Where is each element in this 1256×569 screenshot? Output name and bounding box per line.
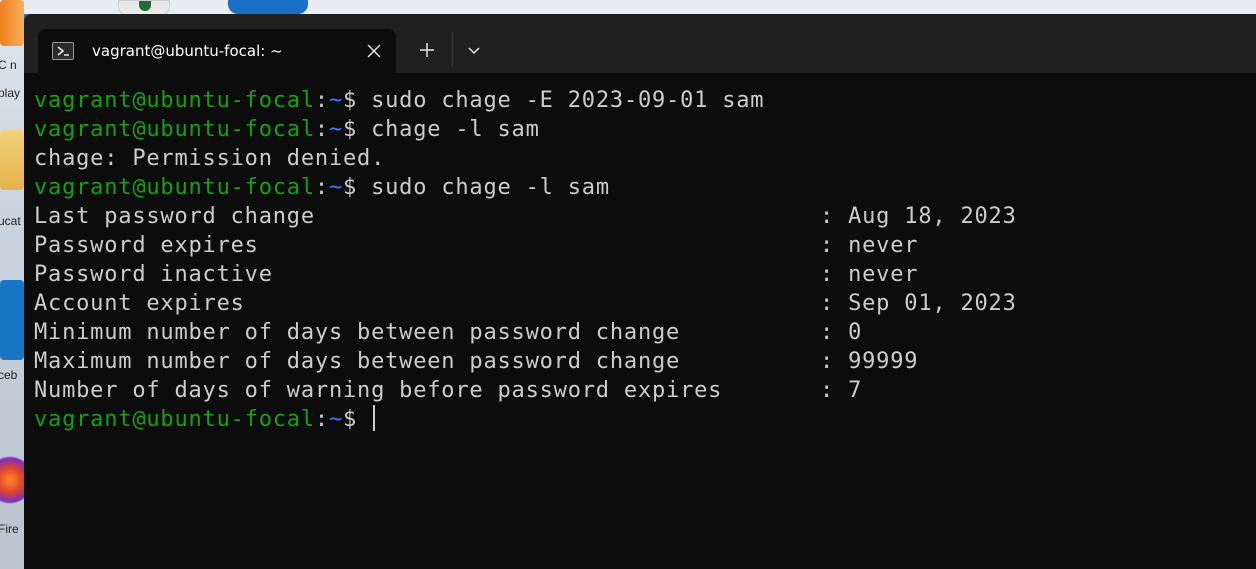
facebook-desktop-icon[interactable] xyxy=(0,280,24,360)
prompt-colon: : xyxy=(314,407,329,432)
desktop-background: C n play ucat ceb Fire xyxy=(0,0,24,569)
prompt-colon: : xyxy=(314,117,329,142)
output-label: Password expires xyxy=(34,233,259,258)
prompt-path: ~ xyxy=(328,88,343,113)
tab-title: vagrant@ubuntu-focal: ~ xyxy=(92,42,283,60)
chage-output-row: Maximum number of days between password … xyxy=(34,347,1256,376)
plus-icon[interactable] xyxy=(413,36,441,64)
command-text: sudo chage -l sam xyxy=(371,175,610,200)
output-value: : never xyxy=(820,262,919,287)
output-label: Password inactive xyxy=(34,262,273,287)
terminal-line: vagrant@ubuntu-focal:~$ chage -l sam xyxy=(34,115,1256,144)
desktop-icon-label: ucat xyxy=(0,214,21,228)
prompt-path: ~ xyxy=(328,175,343,200)
output-value: : never xyxy=(820,233,919,258)
desktop-top-strip xyxy=(24,0,1256,16)
tabbar-divider xyxy=(452,32,453,66)
output-value: : 99999 xyxy=(820,349,919,374)
terminal-tab[interactable]: vagrant@ubuntu-focal: ~ xyxy=(38,29,396,73)
powershell-terminal-icon xyxy=(52,42,74,60)
chage-output-row: Password inactive : never xyxy=(34,260,1256,289)
command-text: chage -l sam xyxy=(371,117,540,142)
chage-output-row: Account expires : Sep 01, 2023 xyxy=(34,289,1256,318)
chevron-down-icon[interactable] xyxy=(460,36,488,64)
prompt-symbol: $ xyxy=(343,175,372,200)
folder-desktop-icon[interactable] xyxy=(0,130,24,190)
output-label: Account expires xyxy=(34,291,245,316)
desktop-icon-label: Fire xyxy=(0,522,19,536)
chage-output-row: Password expires : never xyxy=(34,231,1256,260)
prompt-symbol: $ xyxy=(343,88,372,113)
close-icon[interactable] xyxy=(362,39,386,63)
terminal-window: vagrant@ubuntu-focal: ~ vagrant@ubuntu-f… xyxy=(24,14,1256,569)
terminal-output[interactable]: vagrant@ubuntu-focal:~$ sudo chage -E 20… xyxy=(34,86,1256,569)
output-value: : 7 xyxy=(820,378,863,403)
terminal-line: vagrant@ubuntu-focal:~$ xyxy=(34,405,1256,434)
output-label: Number of days of warning before passwor… xyxy=(34,378,723,403)
prompt-symbol: $ xyxy=(343,117,372,142)
prompt-symbol: $ xyxy=(343,407,372,432)
app-icon[interactable] xyxy=(228,0,308,14)
prompt-user-host: vagrant@ubuntu-focal xyxy=(34,407,315,432)
terminal-line: vagrant@ubuntu-focal:~$ sudo chage -E 20… xyxy=(34,86,1256,115)
desktop-icon-label: play xyxy=(0,86,21,100)
desktop-icon-label: ceb xyxy=(0,368,18,382)
title-bar: vagrant@ubuntu-focal: ~ xyxy=(24,14,1256,73)
error-line: chage: Permission denied. xyxy=(34,146,386,171)
desktop-icon-label: C n xyxy=(0,58,17,72)
vlc-desktop-icon[interactable] xyxy=(0,0,24,46)
chage-output-row: Number of days of warning before passwor… xyxy=(34,376,1256,405)
prompt-path: ~ xyxy=(328,407,343,432)
output-value: : 0 xyxy=(820,320,863,345)
command-text: sudo chage -E 2023-09-01 sam xyxy=(371,88,765,113)
output-label: Maximum number of days between password … xyxy=(34,349,681,374)
output-label: Last password change xyxy=(34,204,315,229)
output-label: Minimum number of days between password … xyxy=(34,320,681,345)
output-value: : Sep 01, 2023 xyxy=(820,291,1017,316)
prompt-colon: : xyxy=(314,175,329,200)
text-cursor xyxy=(373,405,376,431)
terminal-line: vagrant@ubuntu-focal:~$ sudo chage -l sa… xyxy=(34,173,1256,202)
prompt-user-host: vagrant@ubuntu-focal xyxy=(34,175,315,200)
prompt-user-host: vagrant@ubuntu-focal xyxy=(34,117,315,142)
prompt-user-host: vagrant@ubuntu-focal xyxy=(34,88,315,113)
prompt-path: ~ xyxy=(328,117,343,142)
prompt-colon: : xyxy=(314,88,329,113)
chage-output-row: Minimum number of days between password … xyxy=(34,318,1256,347)
output-value: : Aug 18, 2023 xyxy=(820,204,1017,229)
chage-output-row: Last password change : Aug 18, 2023 xyxy=(34,202,1256,231)
firefox-desktop-icon[interactable] xyxy=(0,450,24,520)
